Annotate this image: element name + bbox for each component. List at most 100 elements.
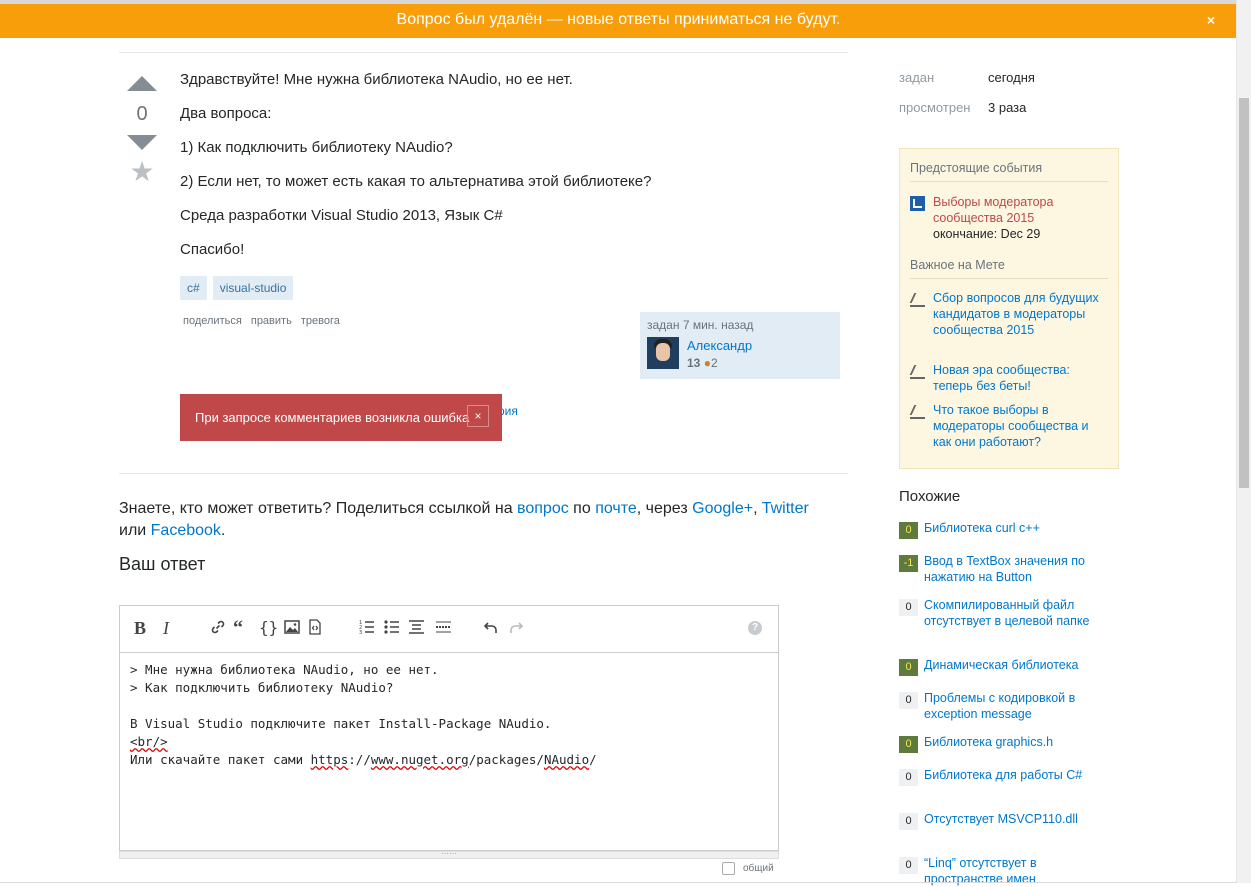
meta-item-link[interactable]: Сбор вопросов для будущих кандидатов в м… [933,290,1108,338]
share-google-link[interactable]: Google+ [692,500,753,517]
editor-resize-grip[interactable]: ······ [119,850,779,859]
viewed-value: 3 раза [988,100,1027,115]
meta-item-link[interactable]: Что такое выборы в модераторы сообщества… [933,402,1108,450]
edit-link[interactable]: править [251,315,292,327]
related-link[interactable]: Отсутствует MSVCP110.dll [924,811,1104,827]
image-icon[interactable] [284,619,300,640]
question-paragraph: Среда разработки Visual Studio 2013, Язы… [180,207,503,224]
answer-score: 0 [899,736,918,753]
related-link[interactable]: Библиотека curl c++ [924,520,1104,536]
meta-header: Важное на Мете [910,258,1108,279]
vote-down-icon[interactable] [127,135,157,150]
editor-line: > Как подключить библиотеку NAudio? [130,680,394,695]
editor-url-part: / [589,752,597,767]
question-paragraph: 2) Если нет, то может есть какая то альт… [180,173,652,190]
avatar[interactable] [647,337,679,369]
community-wiki-checkbox[interactable] [722,862,735,875]
close-icon[interactable]: × [1207,4,1215,36]
community-wiki-label: общий [743,863,774,875]
italic-icon[interactable]: I [163,619,169,637]
svg-text:3: 3 [359,630,362,635]
bronze-badge-icon: ● [703,356,711,370]
tag-visual-studio[interactable]: visual-studio [212,276,294,300]
question-stats: задан сегодня просмотрен 3 раза [899,70,1035,130]
divider [119,473,848,474]
related-link[interactable]: Библиотека для работы C# [924,767,1104,783]
scrollbar[interactable] [1236,0,1251,883]
bold-icon[interactable]: B [134,619,146,637]
asked-value: сегодня [988,70,1035,85]
banner-text: Вопрос был удалён — новые ответы принима… [396,11,841,28]
meta-icon [910,364,925,379]
share-text: , [753,500,762,517]
answer-score: 0 [899,522,918,539]
share-prompt: Знаете, кто может ответить? Поделиться с… [119,498,839,542]
share-text: Знаете, кто может ответить? Поделиться с… [119,500,518,517]
blockquote-icon[interactable]: “ [233,618,243,638]
share-text: или [119,522,151,539]
help-icon[interactable]: ? [748,621,762,635]
editor-line: Или скачайте пакет сами [130,752,311,767]
related-link[interactable]: Проблемы с кодировкой в exception messag… [924,690,1104,722]
link-icon[interactable] [210,619,226,640]
question-body: Здравствуйте! Мне нужна библиотека NAudi… [180,70,840,274]
flag-link[interactable]: тревога [301,315,340,327]
share-twitter-link[interactable]: Twitter [762,500,809,517]
related-link[interactable]: Скомпилированный файл отсутствует в целе… [924,597,1104,629]
redo-icon[interactable] [509,619,524,640]
reputation: 13 ●2 [687,356,718,370]
answer-score: 0 [899,813,918,830]
bulleted-list-icon[interactable] [384,619,400,640]
related-link[interactable]: Динамическая библиотека [924,657,1104,673]
meta-icon [910,292,925,307]
horizontal-rule-icon[interactable] [435,619,452,640]
editor-url-part: :// [348,752,371,767]
share-mail-link[interactable]: почте [595,500,637,517]
user-name-link[interactable]: Александр [687,338,752,353]
editor-url-part: https [310,752,349,767]
your-answer-heading: Ваш ответ [119,554,206,574]
undo-icon[interactable] [483,619,498,640]
answer-score: 0 [899,659,918,676]
editor-url-part: /packages/ [468,752,544,767]
favorite-star-icon[interactable]: ★ [124,158,160,186]
election-icon [910,196,925,211]
related-questions: Похожие 0 Библиотека curl c++ -1 Ввод в … [899,488,1089,886]
tag-csharp[interactable]: c# [180,276,207,300]
snippet-icon[interactable] [308,619,322,640]
reputation-score: 13 [687,356,701,370]
viewed-label: просмотрен [899,100,971,115]
answer-score: 0 [899,769,918,786]
scrollbar-thumb[interactable] [1239,98,1249,488]
share-link[interactable]: поделиться [183,315,242,327]
tag-list: c# visual-studio [180,276,299,300]
editor-url-part: www.nuget.org [370,752,469,767]
numbered-list-icon[interactable]: 123 [359,619,375,640]
event-title[interactable]: Выборы модератора сообщества 2015 [933,195,1053,225]
asked-time: задан 7 мин. назад [647,318,754,332]
question-paragraph: Спасибо! [180,241,245,258]
meta-item-link[interactable]: Новая эра сообщества: теперь без беты! [933,362,1108,394]
answer-textarea[interactable]: > Мне нужна библиотека NAudio, но ее нет… [130,661,597,769]
bronze-badge-count: 2 [710,356,718,370]
share-text: по [568,500,596,517]
question-paragraph: Здравствуйте! Мне нужна библиотека NAudi… [180,71,573,88]
related-title: Похожие [899,488,961,505]
editor-line: В Visual Studio подключите пакет Install… [130,716,552,731]
share-text: . [220,522,226,539]
heading-icon[interactable] [408,619,425,640]
question-paragraph: Два вопроса: [180,105,272,122]
community-bulletin: Предстоящие события Выборы модератора со… [899,148,1119,469]
share-question-link[interactable]: вопрос [517,500,569,517]
vote-up-icon[interactable] [127,76,157,91]
divider [119,52,848,53]
post-menu: поделиться править тревога [183,315,346,327]
question-paragraph: 1) Как подключить библиотеку NAudio? [180,139,453,156]
answer-editor: B I “ {} 123 ? > Мне нужна библиотека NA… [119,605,779,851]
related-link[interactable]: Библиотека graphics.h [924,734,1104,750]
code-icon[interactable]: {} [259,619,278,637]
related-link[interactable]: Ввод в TextBox значения по нажатию на Bu… [924,553,1104,585]
share-facebook-link[interactable]: Facebook [151,522,221,539]
close-icon[interactable]: × [467,405,489,427]
community-wiki-option: общий [722,862,774,875]
